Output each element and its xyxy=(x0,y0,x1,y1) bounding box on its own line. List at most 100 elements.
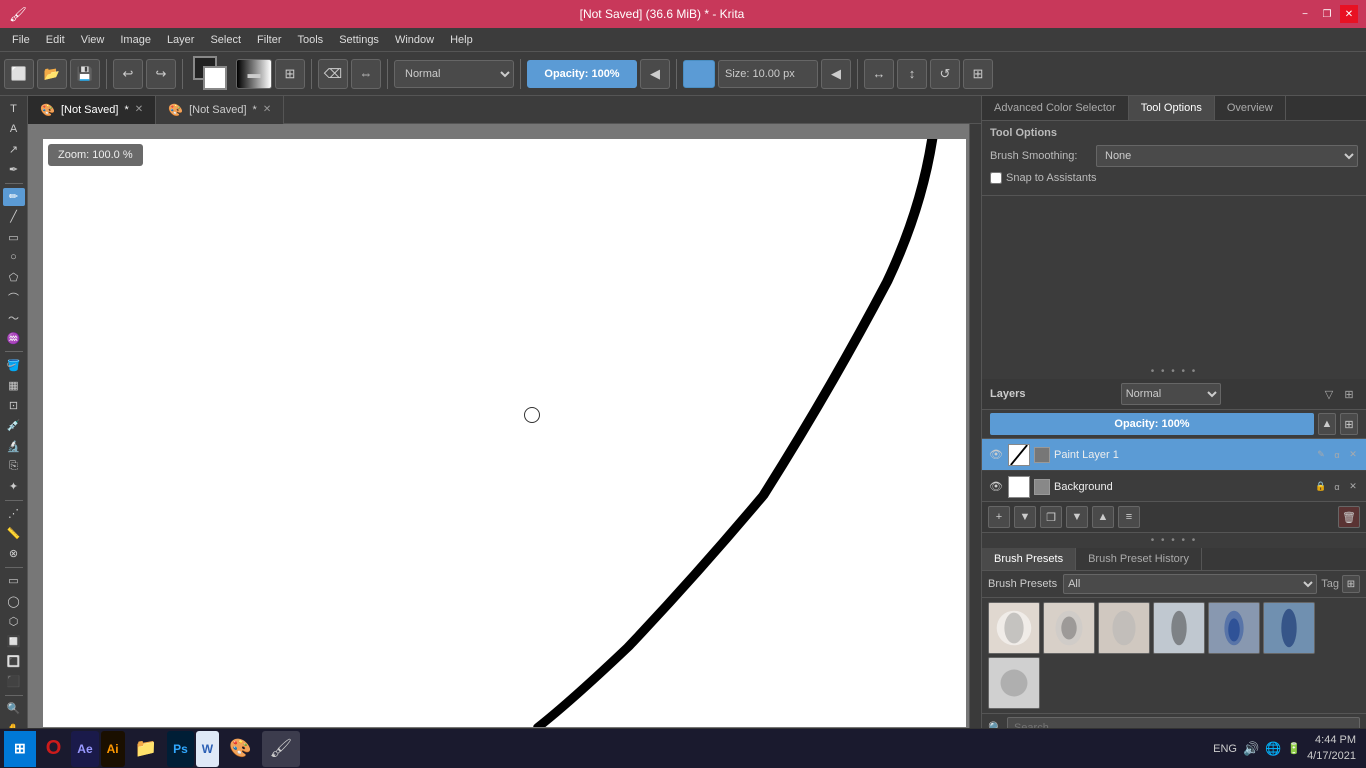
tool-freehand[interactable]: ♒ xyxy=(3,329,25,347)
tool-ellipse-select[interactable]: ◯ xyxy=(3,592,25,610)
tool-eraser-smart[interactable]: ✦ xyxy=(3,477,25,495)
brush-preset-4[interactable] xyxy=(1153,602,1205,654)
layer-item-background[interactable]: 👁 Background 🔒 α ✕ xyxy=(982,471,1366,501)
taskbar-krita-active[interactable]: 🖌 xyxy=(262,731,301,767)
canvas-drawing-area[interactable] xyxy=(43,139,966,727)
bp-tab-presets[interactable]: Brush Presets xyxy=(982,548,1076,570)
brush-preset-5[interactable] xyxy=(1208,602,1260,654)
tool-rect[interactable]: ▭ xyxy=(3,228,25,246)
scrollbar-right[interactable] xyxy=(969,124,981,742)
taskbar-network-icon[interactable]: 🌐 xyxy=(1265,741,1281,757)
taskbar-explorer[interactable]: 📁 xyxy=(127,731,165,767)
tool-calligraphy[interactable]: ✒ xyxy=(3,161,25,179)
layer-eye-background[interactable]: 👁 xyxy=(988,479,1004,495)
bp-tab-history[interactable]: Brush Preset History xyxy=(1076,548,1202,570)
menu-image[interactable]: Image xyxy=(112,32,159,48)
layer-action-alpha-1[interactable]: α xyxy=(1330,448,1344,462)
size-down-btn[interactable]: ◀ xyxy=(821,59,851,89)
brush-preset-7[interactable] xyxy=(988,657,1040,709)
menu-select[interactable]: Select xyxy=(202,32,249,48)
tool-ellipse[interactable]: ○ xyxy=(3,248,25,266)
open-doc-button[interactable]: 📂 xyxy=(37,59,67,89)
layer-action-edit-1[interactable]: ✎ xyxy=(1314,448,1328,462)
tab-left-close[interactable]: ✕ xyxy=(135,104,143,115)
layers-settings-btn[interactable]: ⊞ xyxy=(1340,385,1358,403)
snap-to-assistants-checkbox[interactable] xyxy=(990,172,1002,184)
start-button[interactable]: ⊞ xyxy=(4,731,36,767)
tool-freehand-select[interactable]: 🔲 xyxy=(3,632,25,650)
menu-filter[interactable]: Filter xyxy=(249,32,289,48)
brush-preset-2[interactable] xyxy=(1043,602,1095,654)
blend-mode-select[interactable]: Normal Multiply Screen Overlay xyxy=(394,60,514,88)
layers-add-btn[interactable]: + xyxy=(988,506,1010,528)
mirror-x-button[interactable]: ⇔ xyxy=(351,59,381,89)
canvas-tab-left[interactable]: 🎨 [Not Saved] * ✕ xyxy=(28,96,156,124)
tool-transform[interactable]: T xyxy=(3,100,25,118)
layer-action-lock-bg[interactable]: 🔒 xyxy=(1314,480,1328,494)
layers-move-down-btn[interactable]: ▼ xyxy=(1066,506,1088,528)
restore-button[interactable]: ❐ xyxy=(1318,5,1336,23)
eraser-button[interactable]: ⌫ xyxy=(318,59,348,89)
taskbar-word[interactable]: W xyxy=(196,731,219,767)
tab-tool-options[interactable]: Tool Options xyxy=(1129,96,1215,120)
opacity-display[interactable]: Opacity: 100% xyxy=(527,60,637,88)
layer-eye-paint-layer-1[interactable]: 👁 xyxy=(988,447,1004,463)
flip-v-button[interactable]: ↕ xyxy=(897,59,927,89)
tool-similar-select[interactable]: ⬛ xyxy=(3,673,25,691)
taskbar-ai[interactable]: Ai xyxy=(101,731,125,767)
tool-fill[interactable]: 🪣 xyxy=(3,356,25,374)
layers-move-up-btn[interactable]: ▲ xyxy=(1092,506,1114,528)
taskbar-volume-icon[interactable]: 🔊 xyxy=(1243,741,1259,757)
menu-view[interactable]: View xyxy=(73,32,113,48)
layers-delete-btn[interactable]: 🗑 xyxy=(1338,506,1360,528)
taskbar-ps[interactable]: Ps xyxy=(167,731,194,767)
layers-opacity-up-btn[interactable]: ▲ xyxy=(1318,413,1336,435)
tool-smart-patch[interactable]: ⊡ xyxy=(3,397,25,415)
taskbar-ae[interactable]: Ae xyxy=(71,731,98,767)
undo-button[interactable]: ↩ xyxy=(113,59,143,89)
size-display[interactable]: Size: 10.00 px xyxy=(718,60,818,88)
color-swatches[interactable] xyxy=(193,56,229,92)
wrap-button[interactable]: ⊞ xyxy=(963,59,993,89)
tab-overview[interactable]: Overview xyxy=(1215,96,1286,120)
tool-color-picker[interactable]: 💉 xyxy=(3,417,25,435)
redo-button[interactable]: ↪ xyxy=(146,59,176,89)
menu-settings[interactable]: Settings xyxy=(331,32,387,48)
tab-advanced-color-selector[interactable]: Advanced Color Selector xyxy=(982,96,1129,120)
tool-magnetic-select[interactable]: ⊗ xyxy=(3,545,25,563)
flip-h-button[interactable]: ↔ xyxy=(864,59,894,89)
menu-help[interactable]: Help xyxy=(442,32,481,48)
layer-item-paint-layer-1[interactable]: 👁 Paint Layer 1 ✎ α ✕ xyxy=(982,439,1366,471)
layers-settings-right-btn[interactable]: ⊞ xyxy=(1340,413,1358,435)
tool-zoom[interactable]: 🔍 xyxy=(3,700,25,718)
tool-text[interactable]: A xyxy=(3,120,25,138)
tool-polygon[interactable]: ⬠ xyxy=(3,268,25,286)
menu-layer[interactable]: Layer xyxy=(159,32,203,48)
brush-size-color-btn[interactable] xyxy=(683,60,715,88)
brush-filter-select[interactable]: All Erasers Smudge xyxy=(1063,574,1317,594)
tool-measure[interactable]: 📏 xyxy=(3,525,25,543)
rotate-button[interactable]: ↺ xyxy=(930,59,960,89)
save-doc-button[interactable]: 💾 xyxy=(70,59,100,89)
tool-rect-select[interactable]: ▭ xyxy=(3,572,25,590)
layers-copy-btn[interactable]: ❐ xyxy=(1040,506,1062,528)
menu-file[interactable]: File xyxy=(4,32,38,48)
layers-add-dropdown-btn[interactable]: ▼ xyxy=(1014,506,1036,528)
taskbar-opera[interactable]: O xyxy=(38,731,70,767)
snap-to-assistants-label[interactable]: Snap to Assistants xyxy=(990,172,1097,184)
brush-preset-6[interactable] xyxy=(1263,602,1315,654)
menu-edit[interactable]: Edit xyxy=(38,32,73,48)
brush-settings-btn[interactable]: ⊞ xyxy=(1342,575,1360,593)
layers-filter-btn[interactable]: ▽ xyxy=(1320,385,1338,403)
canvas-viewport[interactable]: Zoom: 100.0 % xyxy=(28,124,981,742)
layer-action-delete-bg[interactable]: ✕ xyxy=(1346,480,1360,494)
menu-tools[interactable]: Tools xyxy=(290,32,332,48)
tool-contiguous-select[interactable]: 🔳 xyxy=(3,653,25,671)
layer-action-delete-1[interactable]: ✕ xyxy=(1346,448,1360,462)
tool-assistant[interactable]: ⋰ xyxy=(3,504,25,522)
brush-smoothing-select[interactable]: None Basic Weighted Stabilizer xyxy=(1096,145,1358,167)
tab-right-close[interactable]: ✕ xyxy=(263,104,271,115)
tool-polygon-select[interactable]: ⬡ xyxy=(3,612,25,630)
background-color-swatch[interactable] xyxy=(203,66,227,90)
tool-eyedropper[interactable]: 🔬 xyxy=(3,437,25,455)
